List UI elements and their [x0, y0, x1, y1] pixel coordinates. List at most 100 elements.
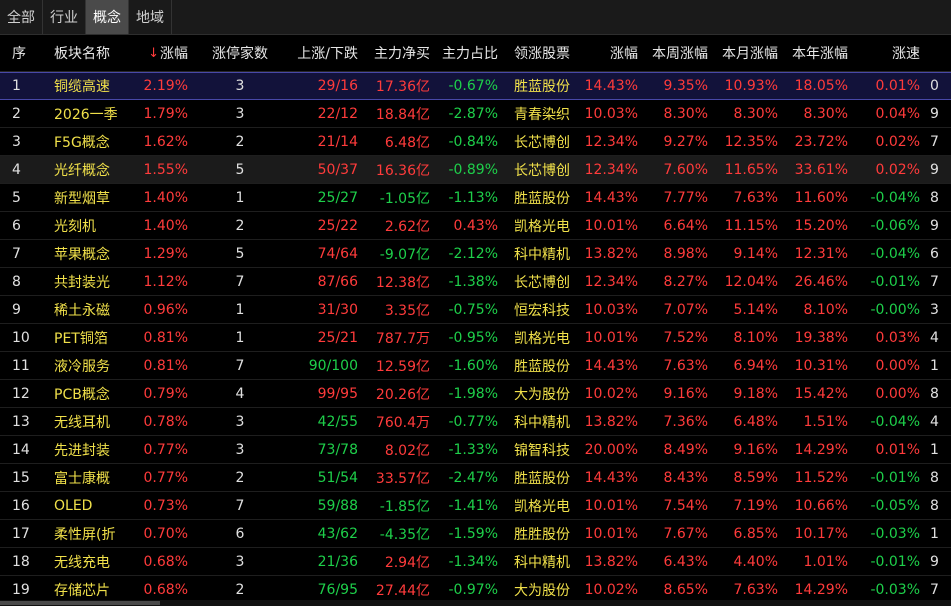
category-tabs: 全部 行业 概念 地域 — [0, 0, 951, 35]
tab-3[interactable]: 地域 — [129, 0, 172, 34]
header-speed[interactable]: 涨速 — [852, 35, 924, 71]
table-row[interactable]: 9 稀土永磁 0.96% 1 31/30 3.35亿 -0.75% 恒宏科技 10.03% 7.0… — [0, 296, 951, 324]
table-row[interactable]: 2 2026一季 1.79% 3 22/12 18.84亿 -2.87% 青春染织 10.03%… — [0, 100, 951, 128]
row-updown: 50/37 — [317, 161, 358, 178]
row-month: 7.19% — [733, 497, 778, 514]
table-row[interactable]: 17 柔性屏(折 0.70% 6 43/62 -4.35亿 -1.59% 胜胜股份 10.01%… — [0, 520, 951, 548]
row-stock-pct: 10.01% — [584, 525, 638, 542]
row-extra: 9 — [930, 105, 939, 122]
row-year: 8.30% — [803, 105, 848, 122]
row-limit-count: 1 — [235, 189, 245, 206]
row-lead-stock: 凯格光电 — [514, 218, 570, 235]
table-row[interactable]: 8 共封装光 1.12% 7 87/66 12.38亿 -1.38% 长芯博创 12.34% 8.… — [0, 268, 951, 296]
header-net[interactable]: 主力净买 — [362, 35, 434, 71]
sort-down-icon: ↓ — [148, 45, 159, 61]
row-sector-name: 光刻机 — [54, 218, 96, 235]
row-month: 8.10% — [733, 329, 778, 346]
row-speed: 0.00% — [875, 385, 920, 402]
row-stock-pct: 10.01% — [584, 497, 638, 514]
row-extra: 3 — [930, 301, 939, 318]
header-pct[interactable]: ↓ 涨幅 — [128, 35, 194, 71]
row-updown: 25/27 — [317, 189, 358, 206]
row-stock-pct: 12.34% — [584, 133, 638, 150]
row-sector-name: 光纤概念 — [54, 162, 110, 179]
row-net: -1.05亿 — [379, 190, 430, 207]
horizontal-scrollbar[interactable] — [0, 600, 951, 606]
row-ratio: -1.34% — [448, 553, 498, 570]
table-row[interactable]: 15 富士康概 0.77% 2 51/54 33.57亿 -2.47% 胜蓝股份 14.43% 8… — [0, 464, 951, 492]
row-limit-count: 5 — [235, 161, 245, 178]
row-lead-stock: 科中精机 — [514, 554, 570, 571]
header-name[interactable]: 板块名称 — [38, 35, 128, 71]
row-net: -1.85亿 — [379, 498, 430, 515]
table-row[interactable]: 6 光刻机 1.40% 2 25/22 2.62亿 0.43% 凯格光电 10.01% 6.64%… — [0, 212, 951, 240]
row-speed: -0.01% — [870, 553, 920, 570]
table-row[interactable]: 4 光纤概念 1.55% 5 50/37 16.36亿 -0.89% 长芯博创 12.34% 7.… — [0, 156, 951, 184]
row-limit-count: 3 — [235, 105, 245, 122]
row-net: 6.48亿 — [384, 134, 430, 151]
tab-2[interactable]: 概念 — [86, 0, 129, 34]
row-seq: 15 — [12, 469, 30, 486]
row-month: 7.63% — [733, 189, 778, 206]
header-limit-count[interactable]: 涨停家数 — [194, 35, 286, 71]
table-row[interactable]: 12 PCB概念 0.79% 4 99/95 20.26亿 -1.98% 大为股份 10.02%… — [0, 380, 951, 408]
row-lead-stock: 长芯博创 — [514, 134, 570, 151]
row-speed: 0.02% — [875, 133, 920, 150]
row-lead-stock: 胜蓝股份 — [514, 190, 570, 207]
row-ratio: -1.38% — [448, 273, 498, 290]
row-extra: 1 — [930, 357, 939, 374]
row-updown: 73/78 — [317, 441, 358, 458]
table-row[interactable]: 7 苹果概念 1.29% 5 74/64 -9.07亿 -2.12% 科中精机 13.82% 8.… — [0, 240, 951, 268]
row-week: 9.27% — [663, 133, 708, 150]
table-row[interactable]: 16 OLED 0.73% 7 59/88 -1.85亿 -1.41% 凯格光电 10.01% 7… — [0, 492, 951, 520]
header-stock-pct[interactable]: 涨幅 — [574, 35, 642, 71]
row-lead-stock: 长芯博创 — [514, 162, 570, 179]
row-lead-stock: 胜蓝股份 — [514, 470, 570, 487]
row-lead-stock: 胜胜股份 — [514, 526, 570, 543]
row-net: 760.4万 — [375, 414, 430, 431]
tab-1[interactable]: 行业 — [43, 0, 86, 34]
header-week[interactable]: 本周涨幅 — [642, 35, 712, 71]
row-ratio: 0.43% — [453, 217, 498, 234]
row-speed: 0.00% — [875, 357, 920, 374]
table-row[interactable]: 13 无线耳机 0.78% 3 42/55 760.4万 -0.77% 科中精机 13.82% 7… — [0, 408, 951, 436]
row-speed: 0.02% — [875, 161, 920, 178]
row-year: 23.72% — [794, 133, 848, 150]
table-row[interactable]: 1 铜缆高速 2.19% 3 29/16 17.36亿 -0.67% 胜蓝股份 14.43% 9.… — [0, 72, 951, 100]
row-ratio: -1.33% — [448, 441, 498, 458]
header-year[interactable]: 本年涨幅 — [782, 35, 852, 71]
row-lead-stock: 恒宏科技 — [514, 302, 570, 319]
row-updown: 42/55 — [317, 413, 358, 430]
table-row[interactable]: 18 无线充电 0.68% 3 21/36 2.94亿 -1.34% 科中精机 13.82% 6.… — [0, 548, 951, 576]
row-lead-stock: 大为股份 — [514, 582, 570, 599]
table-row[interactable]: 3 F5G概念 1.62% 2 21/14 6.48亿 -0.84% 长芯博创 12.34% 9.… — [0, 128, 951, 156]
row-stock-pct: 14.43% — [584, 78, 638, 94]
header-updown[interactable]: 上涨/下跌 — [286, 35, 362, 71]
table-row[interactable]: 14 先进封装 0.77% 3 73/78 8.02亿 -1.33% 锦智科技 20.00% 8.… — [0, 436, 951, 464]
header-ratio[interactable]: 主力占比 — [434, 35, 502, 71]
row-updown: 51/54 — [317, 469, 358, 486]
row-sector-name: 共封装光 — [54, 274, 110, 291]
row-seq: 16 — [12, 497, 30, 514]
tab-0[interactable]: 全部 — [0, 0, 43, 34]
row-month: 6.85% — [733, 525, 778, 542]
header-seq[interactable]: 序 — [0, 35, 38, 71]
row-speed: -0.01% — [870, 273, 920, 290]
row-sector-name: 存储芯片 — [54, 582, 110, 599]
row-seq: 10 — [12, 329, 30, 346]
row-sector-name: 富士康概 — [54, 470, 110, 487]
row-year: 33.61% — [794, 161, 848, 178]
row-limit-count: 2 — [235, 581, 245, 598]
row-extra: 0 — [930, 78, 939, 94]
table-row[interactable]: 10 PET铜箔 0.81% 1 25/21 787.7万 -0.95% 凯格光电 10.01%… — [0, 324, 951, 352]
row-year: 8.10% — [803, 301, 848, 318]
row-seq: 7 — [12, 245, 21, 262]
scrollbar-thumb[interactable] — [0, 601, 160, 605]
table-row[interactable]: 5 新型烟草 1.40% 1 25/27 -1.05亿 -1.13% 胜蓝股份 14.43% 7.… — [0, 184, 951, 212]
row-pct: 1.40% — [143, 189, 188, 206]
header-lead-stock[interactable]: 领涨股票 — [502, 35, 574, 71]
row-ratio: -1.98% — [448, 385, 498, 402]
table-row[interactable]: 11 液冷服务 0.81% 7 90/100 12.59亿 -1.60% 胜蓝股份 14.43%… — [0, 352, 951, 380]
header-month[interactable]: 本月涨幅 — [712, 35, 782, 71]
row-week: 9.16% — [663, 385, 708, 402]
